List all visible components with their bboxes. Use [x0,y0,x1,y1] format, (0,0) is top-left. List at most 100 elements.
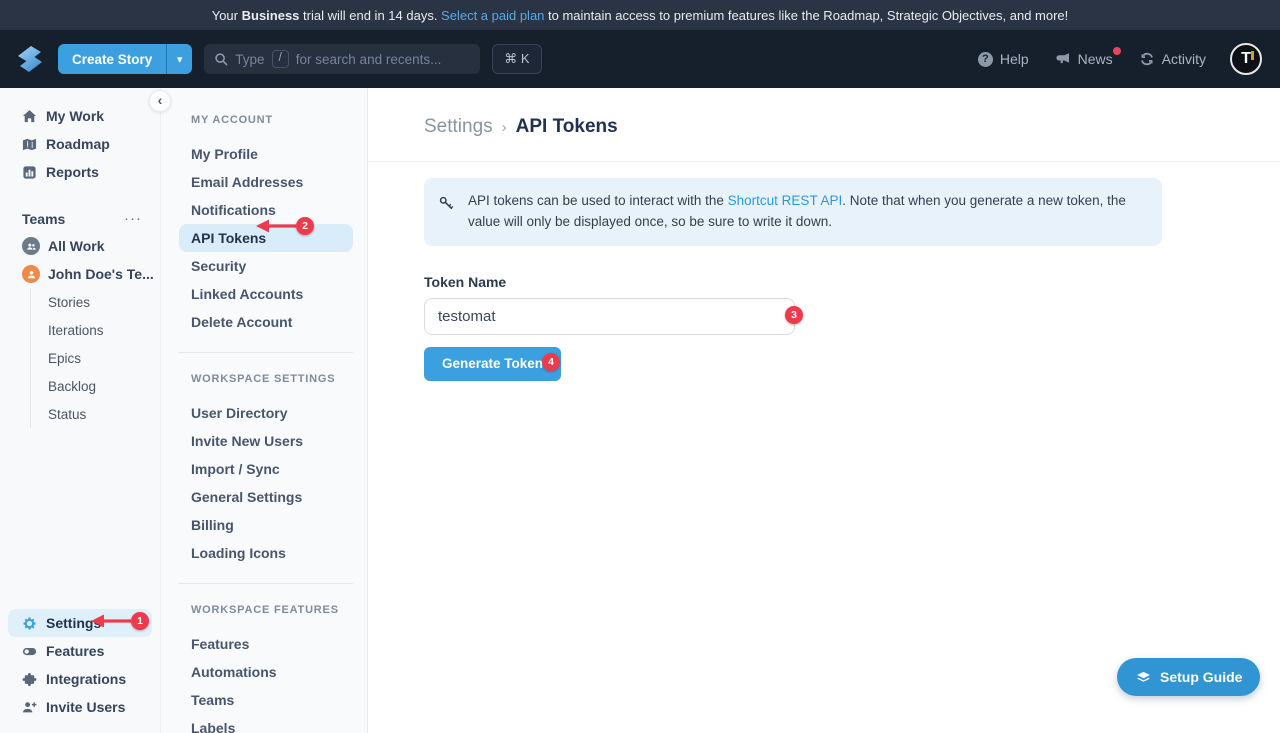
help-button[interactable]: ? Help [978,51,1029,67]
key-icon [438,195,455,212]
annotation-arrow-icon [91,612,131,630]
sidebar-item-roadmap[interactable]: Roadmap [0,130,160,158]
breadcrumb-separator: › [502,119,507,136]
shortcut-rest-api-link[interactable]: Shortcut REST API [728,193,843,208]
section-title-workspace-features: WORKSPACE FEATURES [191,604,351,616]
person-icon [26,269,37,280]
settings-nav-item-delete-account[interactable]: Delete Account [179,308,351,336]
settings-nav-item-automations[interactable]: Automations [179,658,351,686]
settings-nav-item-billing[interactable]: Billing [179,511,351,539]
sidebar-item-epics[interactable]: Epics [48,344,160,372]
help-icon: ? [978,52,993,67]
sidebar-item-all-work[interactable]: All Work [0,232,160,260]
annotation-badge-1: 1 [131,612,149,630]
sidebar-item-stories[interactable]: Stories [48,288,160,316]
settings-nav-item-labels[interactable]: Labels [179,714,351,733]
info-text-before: API tokens can be used to interact with … [468,193,728,208]
app-header: Create Story ▾ Type / for search and rec… [0,30,1280,88]
generate-token-button[interactable]: Generate Token [424,347,561,381]
command-k-shortcut-button[interactable]: ⌘ K [492,44,541,74]
info-text: API tokens can be used to interact with … [468,191,1144,233]
banner-text-prefix: Your [212,8,242,23]
create-story-button[interactable]: Create Story ▾ [58,44,192,74]
create-story-caret-icon[interactable]: ▾ [166,44,192,74]
home-icon [22,109,37,124]
settings-nav-item-import-sync[interactable]: Import / Sync [179,455,351,483]
breadcrumb: Settings › API Tokens [368,88,1280,138]
map-icon [22,137,37,152]
sidebar-item-label: My Work [46,108,104,124]
megaphone-icon [1055,51,1071,67]
all-work-avatar [22,237,40,255]
banner-text-suffix: to maintain access to premium features l… [544,8,1068,23]
settings-nav-item-email-addresses[interactable]: Email Addresses [179,168,351,196]
settings-nav-item-my-profile[interactable]: My Profile [179,140,351,168]
sidebar-item-features[interactable]: Features [0,637,160,665]
banner-text-middle: trial will end in 14 days. [299,8,441,23]
activity-button[interactable]: Activity [1139,51,1206,67]
teams-section-header: Teams ··· [0,206,160,232]
avatar-letter: T [1241,50,1251,68]
shortcut-logo[interactable] [14,43,46,75]
header-divider [368,161,1280,162]
annotation-step-4: 4 [542,353,560,371]
page-title: API Tokens [516,116,618,138]
activity-label: Activity [1162,51,1206,67]
teams-menu-button[interactable]: ··· [124,214,142,224]
people-icon [26,241,37,252]
sidebar-item-invite-users[interactable]: Invite Users [0,693,160,721]
sidebar-item-integrations[interactable]: Integrations [0,665,160,693]
sidebar-item-my-work[interactable]: My Work [0,102,160,130]
token-name-label: Token Name [424,274,1280,290]
news-button[interactable]: News [1055,51,1113,67]
activity-icon [1139,51,1155,67]
news-notification-dot [1113,47,1121,55]
search-input[interactable]: Type / for search and recents... [204,44,480,74]
sidebar-item-status[interactable]: Status [48,400,160,428]
settings-nav-item-user-directory[interactable]: User Directory [179,399,351,427]
setup-guide-button[interactable]: Setup Guide [1117,658,1260,696]
search-icon [214,52,228,66]
settings-nav-item-loading-icons[interactable]: Loading Icons [179,539,351,567]
toggle-icon [22,644,37,659]
settings-nav-item-security[interactable]: Security [179,252,351,280]
setup-guide-label: Setup Guide [1160,669,1242,685]
help-label: Help [1000,51,1029,67]
annotation-badge-4: 4 [542,353,560,371]
news-label: News [1078,51,1113,67]
annotation-arrow-icon [256,217,296,235]
settings-secondary-nav: MY ACCOUNT My Profile Email Addresses No… [161,88,368,733]
settings-nav-item-general-settings[interactable]: General Settings [179,483,351,511]
sidebar-item-backlog[interactable]: Backlog [48,372,160,400]
user-avatar[interactable]: T [1230,43,1262,75]
sidebar-item-iterations[interactable]: Iterations [48,316,160,344]
annotation-step-2: 2 [256,217,314,235]
team-sublist: Stories Iterations Epics Backlog Status [30,288,160,428]
annotation-step-1: 1 [91,612,149,630]
settings-nav-item-features[interactable]: Features [179,630,351,658]
token-name-input[interactable] [424,298,795,335]
settings-nav-item-linked-accounts[interactable]: Linked Accounts [179,280,351,308]
api-tokens-info-box: API tokens can be used to interact with … [424,178,1162,246]
select-paid-plan-link[interactable]: Select a paid plan [441,8,544,23]
trial-banner: Your Business trial will end in 14 days.… [0,0,1280,30]
main-content: Settings › API Tokens API tokens can be … [368,88,1280,733]
team-avatar [22,265,40,283]
settings-nav-item-invite-new-users[interactable]: Invite New Users [179,427,351,455]
settings-nav-item-teams[interactable]: Teams [179,686,351,714]
sidebar-item-john-does-team[interactable]: John Doe's Te... [0,260,160,288]
sidebar-item-label: Roadmap [46,136,110,152]
sidebar-item-label: Features [46,643,104,659]
banner-plan-name: Business [242,8,300,23]
sidebar-spacer [0,428,160,609]
sidebar-item-label: Reports [46,164,99,180]
sidebar-item-reports[interactable]: Reports [0,158,160,186]
sidebar-collapse-button[interactable]: ‹ [149,90,171,112]
puzzle-icon [22,672,37,687]
create-story-label[interactable]: Create Story [58,44,166,74]
breadcrumb-settings-link[interactable]: Settings [424,116,493,138]
sidebar-item-label: Integrations [46,671,126,687]
team-label: All Work [48,238,105,254]
teams-title: Teams [22,211,65,227]
team-label: John Doe's Te... [48,266,154,282]
